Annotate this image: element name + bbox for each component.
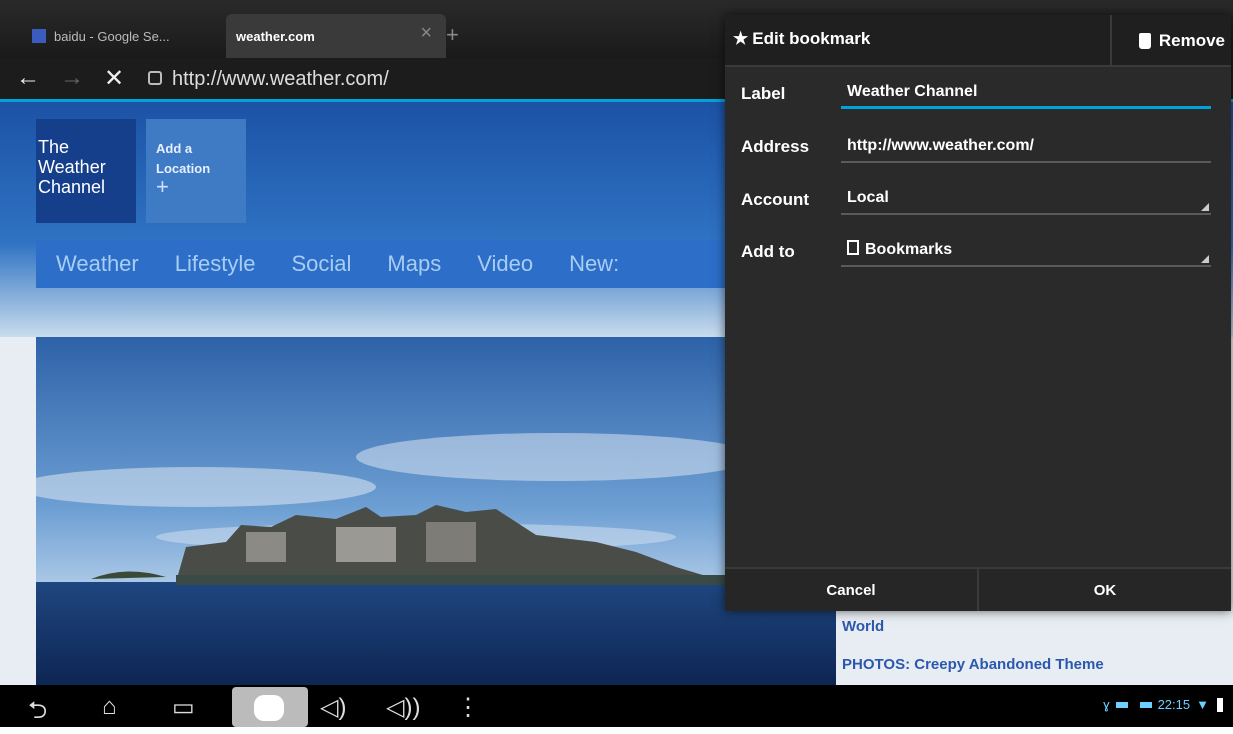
stop-icon[interactable]: ✕ — [104, 64, 124, 93]
bookmark-address-input[interactable]: http://www.weather.com/ — [841, 133, 1211, 163]
logo-line: Weather — [38, 157, 106, 177]
weather-channel-logo[interactable]: The Weather Channel — [36, 119, 136, 223]
recent-apps-icon[interactable]: ▭ — [172, 693, 195, 722]
dialog-title: ★ Edit bookmark — [733, 29, 870, 49]
usb-icon: ɣ — [1103, 697, 1110, 712]
add-location-label: Add a — [156, 141, 193, 156]
storage-icon — [1139, 701, 1152, 708]
remove-label: Remove — [1158, 31, 1225, 50]
account-field-label: Account — [741, 190, 809, 209]
volume-down-icon[interactable]: ◁) — [320, 693, 346, 722]
logo-line: The — [38, 137, 70, 157]
logo-line: Channel — [38, 177, 106, 197]
new-tab-button[interactable]: + — [446, 22, 459, 48]
close-tab-icon[interactable]: × — [420, 22, 432, 45]
site-info-icon[interactable] — [148, 71, 162, 85]
wifi-icon: ▼ — [1196, 697, 1209, 712]
dropdown-corner-icon — [1201, 255, 1209, 263]
menu-icon[interactable]: ⋮ — [456, 693, 480, 722]
status-area[interactable]: ɣ 22:15 ▼ — [1103, 697, 1223, 712]
dropdown-corner-icon — [1201, 203, 1209, 211]
account-select-value: Local — [847, 189, 889, 206]
account-select[interactable]: Local — [841, 185, 1211, 215]
volume-up-icon[interactable]: ◁)) — [386, 693, 420, 722]
back-nav-icon[interactable]: ⮌ — [28, 693, 47, 734]
hero-photo[interactable] — [36, 337, 836, 685]
add-location-label: Location — [156, 161, 211, 176]
back-icon[interactable]: ← — [16, 64, 40, 92]
site-nav: Weather Lifestyle Social Maps Video New: — [36, 240, 796, 288]
dialog-title-text: Edit bookmark — [752, 29, 871, 48]
edit-bookmark-dialog: ★ Edit bookmark Remove Label Weather Chan… — [725, 15, 1231, 611]
plus-icon: + — [156, 174, 169, 199]
nav-lifestyle[interactable]: Lifestyle — [175, 251, 256, 277]
cancel-button[interactable]: Cancel — [725, 569, 977, 611]
nav-weather[interactable]: Weather — [56, 251, 139, 277]
nav-social[interactable]: Social — [291, 251, 351, 277]
baidu-favicon-icon — [32, 29, 46, 43]
add-to-select-value: Bookmarks — [865, 241, 953, 258]
battery-icon — [1217, 697, 1223, 712]
tab-label: weather.com — [236, 28, 315, 44]
bookmark-label-input[interactable]: Weather Channel — [841, 79, 1211, 109]
label-field-label: Label — [741, 84, 786, 103]
tab-weather[interactable]: weather.com × — [226, 14, 446, 58]
bookmark-icon — [847, 240, 859, 255]
notification-icon — [1115, 701, 1128, 708]
star-icon: ★ — [733, 29, 749, 48]
dialog-footer: Cancel OK — [725, 567, 1231, 611]
news-link[interactable]: World — [842, 618, 884, 635]
url-field[interactable]: http://www.weather.com/ — [172, 68, 389, 91]
tab-label: baidu - Google Se... — [54, 28, 170, 44]
nav-news[interactable]: New: — [569, 251, 619, 277]
forward-icon[interactable]: → — [60, 64, 84, 92]
remove-button[interactable]: Remove — [1112, 15, 1231, 67]
trash-icon — [1138, 33, 1151, 49]
add-to-select[interactable]: Bookmarks — [841, 237, 1211, 267]
clock: 22:15 — [1157, 697, 1191, 712]
nav-maps[interactable]: Maps — [387, 251, 441, 277]
add-location-button[interactable]: Add a Location + — [146, 119, 246, 223]
home-icon[interactable]: ⌂ — [102, 693, 117, 721]
dialog-header: ★ Edit bookmark Remove — [725, 15, 1231, 67]
add-to-field-label: Add to — [741, 242, 795, 261]
address-field-label: Address — [741, 137, 810, 156]
screenshot-icon[interactable] — [232, 687, 308, 727]
nav-video[interactable]: Video — [477, 251, 533, 277]
news-link[interactable]: PHOTOS: Creepy Abandoned Theme — [842, 656, 1104, 673]
tab-baidu[interactable]: baidu - Google Se... — [22, 14, 222, 58]
ok-button[interactable]: OK — [979, 569, 1231, 611]
system-bar: ⮌ ⌂ ▭ ◁) ◁)) ⋮ ɣ 22:15 ▼ — [0, 685, 1233, 727]
